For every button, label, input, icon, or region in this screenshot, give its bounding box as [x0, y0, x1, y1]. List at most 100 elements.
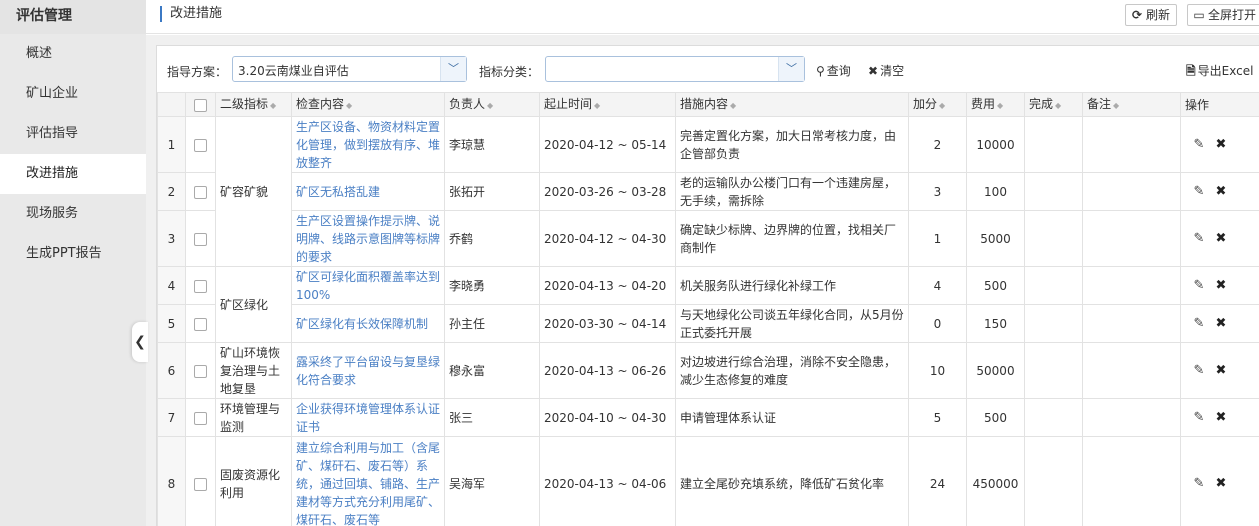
- checkbox[interactable]: [194, 98, 207, 112]
- row-number: 2: [157, 172, 186, 211]
- edit-icon[interactable]: ✎: [1191, 136, 1207, 154]
- category-select[interactable]: ﹀: [545, 56, 805, 82]
- fullscreen-button[interactable]: ▭ 全屏打开: [1187, 4, 1259, 26]
- refresh-button[interactable]: ⟳ 刷新: [1125, 4, 1177, 26]
- checkbox[interactable]: [194, 317, 207, 331]
- row-select[interactable]: [185, 172, 216, 211]
- ops-cell: ✎ ✖: [1180, 436, 1259, 526]
- measure-cell: 机关服务队进行绿化补绿工作: [675, 266, 909, 305]
- sidebar-title: 评估管理: [0, 0, 146, 34]
- period-cell: 2020-04-13 ~ 04-06: [539, 436, 676, 526]
- header-person[interactable]: 负责人 ◆: [444, 92, 540, 117]
- sidebar-item-overview[interactable]: 概述: [0, 34, 146, 74]
- header-content[interactable]: 检查内容 ◆: [291, 92, 445, 117]
- sidebar-item-assessment-guidance[interactable]: 评估指导: [0, 114, 146, 154]
- delete-icon[interactable]: ✖: [1213, 230, 1229, 248]
- edit-icon[interactable]: ✎: [1191, 409, 1207, 427]
- content-cell[interactable]: 矿区可绿化面积覆盖率达到100%: [291, 266, 445, 305]
- bonus-cell: 1: [908, 210, 967, 267]
- done-cell: [1024, 436, 1083, 526]
- checkbox[interactable]: [194, 138, 207, 152]
- chevron-left-icon: ❮: [134, 334, 146, 350]
- row-select[interactable]: [185, 266, 216, 305]
- edit-icon[interactable]: ✎: [1191, 277, 1207, 295]
- delete-icon[interactable]: ✖: [1213, 362, 1229, 380]
- delete-icon[interactable]: ✖: [1213, 277, 1229, 295]
- delete-icon[interactable]: ✖: [1213, 315, 1229, 333]
- sidebar-item-improvement-measures[interactable]: 改进措施: [0, 154, 146, 194]
- measure-cell: 对边坡进行综合治理，消除不安全隐患，减少生态修复的难度: [675, 342, 909, 399]
- header-cost[interactable]: 费用 ◆: [966, 92, 1025, 117]
- row-select[interactable]: [185, 210, 216, 267]
- edit-icon[interactable]: ✎: [1191, 315, 1207, 333]
- table-row[interactable]: 1 矿容矿貌 生产区设备、物资材料定置化管理，做到摆放有序、堆放整齐 李琼慧 2…: [157, 116, 1259, 267]
- query-button[interactable]: ⚲ 查询: [816, 62, 851, 79]
- person-cell: 吴海军: [444, 436, 540, 526]
- period-cell: 2020-03-26 ~ 03-28: [539, 172, 676, 211]
- row-select[interactable]: [185, 398, 216, 437]
- sidebar-item-mining-enterprise[interactable]: 矿山企业: [0, 74, 146, 114]
- edit-icon[interactable]: ✎: [1191, 475, 1207, 493]
- refresh-label: 刷新: [1146, 8, 1171, 22]
- checkbox[interactable]: [194, 185, 207, 199]
- sidebar-item-onsite-service[interactable]: 现场服务: [0, 194, 146, 234]
- table-row[interactable]: 3 生产区设置操作提示牌、说明牌、线路示意图牌等标牌的要求 乔鹤 2020-04…: [157, 210, 1259, 267]
- table-row[interactable]: 2 矿区无私搭乱建 张拓开 2020-03-26 ~ 03-28 老的运输队办公…: [157, 172, 1259, 211]
- checkbox[interactable]: [194, 411, 207, 425]
- plan-select[interactable]: 3.20云南煤业自评估 ﹀: [232, 56, 467, 82]
- row-select[interactable]: [185, 436, 216, 526]
- content-cell[interactable]: 企业获得环境管理体系认证证书: [291, 398, 445, 437]
- table-row[interactable]: 8 固废资源化利用 建立综合利用与加工（含尾矿、煤矸石、废石等）系统，通过回填、…: [157, 436, 1259, 526]
- content-cell[interactable]: 建立综合利用与加工（含尾矿、煤矸石、废石等）系统，通过回填、铺路、生产建材等方式…: [291, 436, 445, 526]
- header-note[interactable]: 备注 ◆: [1082, 92, 1181, 117]
- row-select[interactable]: [185, 342, 216, 399]
- delete-icon[interactable]: ✖: [1213, 475, 1229, 493]
- content-cell[interactable]: 矿区无私搭乱建: [291, 172, 445, 211]
- content-cell[interactable]: 矿区绿化有长效保障机制: [291, 304, 445, 343]
- header-done[interactable]: 完成 ◆: [1024, 92, 1083, 117]
- checkbox[interactable]: [194, 364, 207, 378]
- edit-icon[interactable]: ✎: [1191, 230, 1207, 248]
- header-label: 措施内容: [680, 96, 729, 111]
- delete-icon[interactable]: ✖: [1213, 136, 1229, 154]
- content-cell[interactable]: 生产区设置操作提示牌、说明牌、线路示意图牌等标牌的要求: [291, 210, 445, 267]
- header-period[interactable]: 起止时间 ◆: [539, 92, 676, 117]
- header-measure[interactable]: 措施内容 ◆: [675, 92, 909, 117]
- content-cell[interactable]: 露采终了平台留设与复垦绿化符合要求: [291, 342, 445, 399]
- clear-button[interactable]: ✖ 清空: [868, 62, 904, 79]
- content-cell[interactable]: 生产区设备、物资材料定置化管理，做到摆放有序、堆放整齐: [291, 116, 445, 173]
- table-row[interactable]: 4 矿区绿化 矿区可绿化面积覆盖率达到100% 李晓勇 2020-04-13 ~…: [157, 266, 1259, 343]
- header-label: 加分: [913, 96, 938, 111]
- period-cell: 2020-04-13 ~ 04-20: [539, 266, 676, 305]
- sidebar-item-generate-ppt[interactable]: 生成PPT报告: [0, 234, 146, 274]
- table-row[interactable]: 6 矿山环境恢复治理与土地复垦 露采终了平台留设与复垦绿化符合要求 穆永富 20…: [157, 342, 1259, 399]
- header-select-all[interactable]: [185, 92, 216, 117]
- main-panel: 指导方案： 3.20云南煤业自评估 ﹀ 指标分类： ﹀ ⚲ 查询 ✖ 清空 🗎 导出E…: [156, 45, 1259, 526]
- ops-cell: ✎ ✖: [1180, 304, 1259, 343]
- table-row[interactable]: 7 环境管理与监测 企业获得环境管理体系认证证书 张三 2020-04-10 ~…: [157, 398, 1259, 437]
- checkbox[interactable]: [194, 232, 207, 246]
- checkbox[interactable]: [194, 477, 207, 491]
- chevron-down-icon: ﹀: [778, 57, 804, 81]
- done-cell: [1024, 172, 1083, 211]
- edit-icon[interactable]: ✎: [1191, 183, 1207, 201]
- bonus-cell: 0: [908, 304, 967, 343]
- export-excel-button[interactable]: 🗎 导出Excel: [1186, 62, 1253, 83]
- sidebar-collapse-button[interactable]: ❮: [132, 322, 148, 362]
- period-cell: 2020-04-13 ~ 06-26: [539, 342, 676, 399]
- measures-table: 二级指标 ◆ 检查内容 ◆ 负责人 ◆ 起止时间 ◆ 措施内容 ◆ 加分 ◆ 费用 ◆ 完成 ◆…: [157, 92, 1259, 526]
- header-bonus[interactable]: 加分 ◆: [908, 92, 967, 117]
- cost-cell: 100: [966, 172, 1025, 211]
- edit-icon[interactable]: ✎: [1191, 362, 1207, 380]
- delete-icon[interactable]: ✖: [1213, 409, 1229, 427]
- row-select[interactable]: [185, 116, 216, 173]
- measure-cell: 确定缺少标牌、边界牌的位置，找相关厂商制作: [675, 210, 909, 267]
- checkbox[interactable]: [194, 279, 207, 293]
- ops-cell: ✎ ✖: [1180, 210, 1259, 267]
- table-row[interactable]: 5 矿区绿化有长效保障机制 孙主任 2020-03-30 ~ 04-14 与天地…: [157, 304, 1259, 343]
- header-level2[interactable]: 二级指标 ◆: [215, 92, 292, 117]
- row-number: 4: [157, 266, 186, 305]
- topbar: 改进措施 ⟳ 刷新 ▭ 全屏打开: [146, 0, 1259, 34]
- delete-icon[interactable]: ✖: [1213, 183, 1229, 201]
- row-select[interactable]: [185, 304, 216, 343]
